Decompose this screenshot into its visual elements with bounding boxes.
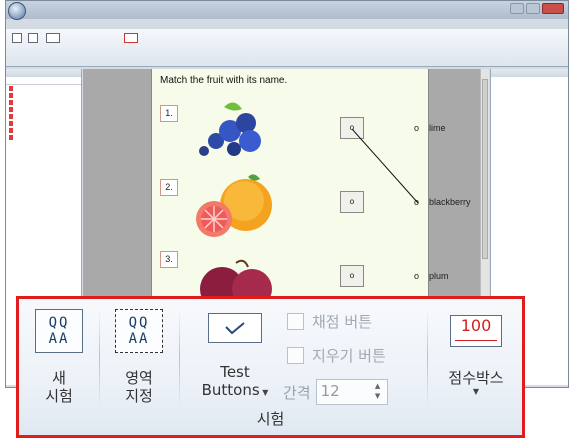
checkmark-icon <box>225 322 245 335</box>
area-select-button[interactable]: QQ AA 영역 지정 <box>109 309 169 405</box>
title-bar <box>6 1 568 20</box>
ribbon-panel <box>6 29 568 67</box>
qa-grid-icon: QQ AA <box>35 309 83 353</box>
pdf-file-icon <box>9 93 13 98</box>
answer-label: blackberry <box>429 197 471 207</box>
pdf-file-icon <box>9 107 13 112</box>
answer-item[interactable]: o plum <box>414 271 449 281</box>
close-button[interactable] <box>542 3 564 14</box>
spinner-arrows: ▲ ▼ <box>371 382 385 401</box>
dropdown-arrow-icon: ▼ <box>259 388 269 397</box>
scrollbar-thumb[interactable] <box>482 79 488 259</box>
qa-icon-bottom: AA <box>48 331 70 347</box>
plum-image <box>200 259 272 299</box>
tree-item[interactable] <box>6 106 81 113</box>
test-buttons-mini-button[interactable] <box>46 33 60 43</box>
grade-button-label: 채점 버튼 <box>312 313 372 331</box>
question-number: 2. <box>160 179 178 196</box>
checkbox-icon <box>287 313 304 330</box>
clear-button-label: 지우기 버튼 <box>312 347 386 365</box>
spacing-label: 간격 <box>283 383 311 402</box>
score-box-button[interactable]: 100 점수박스 ▼ <box>435 315 517 397</box>
new-exam-mini-button[interactable] <box>12 33 22 43</box>
question-number: 3. <box>160 251 178 268</box>
tree-item[interactable] <box>6 127 81 134</box>
ribbon-group-label: 시험 <box>256 410 285 428</box>
match-dot-right: o <box>414 197 420 207</box>
explorer-toolbar <box>6 77 81 85</box>
qa-icon-top: QQ <box>128 315 150 331</box>
tree-item[interactable] <box>6 85 81 92</box>
match-dot-left[interactable]: o <box>340 265 364 287</box>
tree-item[interactable] <box>6 99 81 106</box>
window-controls <box>510 3 564 14</box>
answer-label: lime <box>429 123 446 133</box>
spinner-up-icon[interactable]: ▲ <box>375 382 380 391</box>
tree-item[interactable] <box>6 120 81 127</box>
clear-button-checkbox[interactable]: 지우기 버튼 <box>287 345 386 366</box>
pdf-file-icon <box>9 121 13 126</box>
pdf-file-icon <box>9 86 13 91</box>
area-select-mini-button[interactable] <box>28 33 38 43</box>
area-select-label-2: 지정 <box>125 387 153 405</box>
tree-item[interactable] <box>6 134 81 141</box>
app-menu-button[interactable] <box>8 2 26 20</box>
explorer-header <box>6 69 81 77</box>
answer-label: plum <box>429 271 449 281</box>
area-select-label-1: 영역 <box>125 369 153 387</box>
grapefruit-orange-image <box>196 174 272 237</box>
spacing-control: 간격 12 ▲ ▼ <box>283 379 388 405</box>
checkbox-icon <box>208 313 262 343</box>
spacing-spinner[interactable]: 12 ▲ ▼ <box>315 379 388 405</box>
properties-header <box>491 69 568 77</box>
test-buttons-text: Buttons <box>201 381 260 399</box>
pdf-file-icon <box>9 135 13 140</box>
score-box-label: 점수박스 <box>448 369 504 387</box>
spinner-down-icon[interactable]: ▼ <box>375 392 380 401</box>
qa-icon-top: QQ <box>48 315 70 331</box>
test-buttons-dropdown[interactable]: Test Buttons ▼ <box>187 313 283 402</box>
ribbon-separator <box>99 309 100 409</box>
spacing-value: 12 <box>320 382 340 400</box>
pdf-file-icon <box>9 100 13 105</box>
tree-item[interactable] <box>6 113 81 120</box>
match-dot-right: o <box>414 271 420 281</box>
score-box-mini-button[interactable] <box>124 33 138 43</box>
ribbon-separator <box>179 309 180 409</box>
pdf-file-icon <box>9 114 13 119</box>
question-title: Match the fruit with its name. <box>160 75 288 86</box>
checkbox-icon <box>287 347 304 364</box>
new-exam-button[interactable]: QQ AA 새 시험 <box>29 309 89 405</box>
tree-item[interactable] <box>6 92 81 99</box>
minimize-button[interactable] <box>510 3 524 14</box>
test-buttons-label-1: Test <box>220 363 250 381</box>
new-exam-label-1: 새 <box>52 369 66 387</box>
pdf-file-icon <box>9 128 13 133</box>
new-exam-label-2: 시험 <box>45 387 73 405</box>
answer-item[interactable]: o blackberry <box>414 197 471 207</box>
exam-ribbon-group: QQ AA 새 시험 QQ AA 영역 지정 Test Buttons ▼ 채점… <box>16 296 525 438</box>
blueberry-image <box>199 102 261 156</box>
grade-button-checkbox[interactable]: 채점 버튼 <box>287 311 372 332</box>
question-number: 1. <box>160 105 178 122</box>
dropdown-arrow-icon: ▼ <box>472 387 480 396</box>
score-100-icon: 100 <box>450 315 502 347</box>
maximize-button[interactable] <box>526 3 540 14</box>
test-buttons-label-2: Buttons ▼ <box>187 381 283 402</box>
ribbon-separator <box>427 309 428 409</box>
match-dot-left[interactable]: o <box>340 191 364 213</box>
dashed-qa-grid-icon: QQ AA <box>115 309 163 353</box>
qa-icon-bottom: AA <box>128 331 150 347</box>
